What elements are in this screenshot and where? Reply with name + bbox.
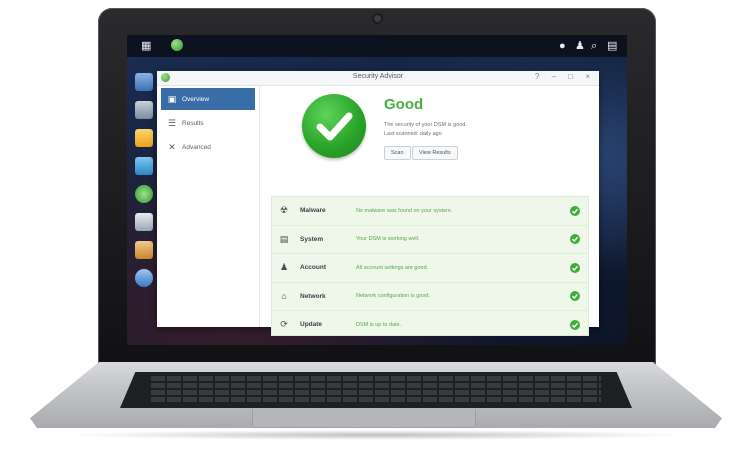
widgets-icon[interactable]: ▤ [607, 39, 617, 53]
laptop-shadow [60, 430, 692, 440]
check-row-update[interactable]: ⟳ Update DSM is up to date. [272, 311, 588, 339]
ok-check-icon [570, 319, 580, 330]
last-scan-text: Last scanned: daily ago [384, 131, 442, 137]
overview-icon: ▣ [167, 93, 177, 104]
sidebar-item-label: Advanced [182, 143, 211, 151]
ok-check-icon [570, 291, 580, 302]
update-icon: ⟳ [280, 319, 288, 330]
status-title: Good [384, 96, 424, 113]
laptop-lid: ▦ ● ♟ ⌕ ▤ Security Advisor ? – □ × ▣ Ove… [98, 8, 656, 368]
sidebar-item-advanced[interactable]: ✕ Advanced [161, 136, 255, 158]
laptop-screen: ▦ ● ♟ ⌕ ▤ Security Advisor ? – □ × ▣ Ove… [127, 35, 627, 345]
window-controls[interactable]: ? – □ × [535, 72, 595, 81]
chat-icon[interactable]: ● [559, 39, 566, 53]
check-description: All account settings are good. [356, 264, 429, 271]
check-name: System [300, 235, 324, 243]
storage-manager-icon[interactable] [135, 213, 153, 231]
sidebar-item-label: Results [182, 119, 204, 127]
key-row [150, 397, 602, 402]
laptop-trackpad [252, 409, 476, 428]
view-results-button[interactable]: View Results [412, 146, 458, 160]
check-description: No malware was found on your system. [356, 207, 453, 214]
ok-check-icon [570, 262, 580, 273]
window-titlebar[interactable]: Security Advisor ? – □ × [157, 71, 599, 86]
system-icon: ▤ [279, 233, 289, 244]
account-icon: ♟ [279, 262, 289, 273]
check-row-system[interactable]: ▤ System Your DSM is working well. [272, 226, 588, 254]
desktop-taskbar: ▦ ● ♟ ⌕ ▤ [127, 35, 627, 57]
window-title: Security Advisor [352, 73, 404, 80]
sidebar-item-results[interactable]: ☰ Results [161, 112, 255, 134]
check-row-malware[interactable]: ☢ Malware No malware was found on your s… [272, 197, 588, 226]
tools-icon: ✕ [168, 141, 176, 152]
security-advisor-desktop-icon[interactable] [135, 185, 153, 203]
security-advisor-window: Security Advisor ? – □ × ▣ Overview ☰ Re… [157, 71, 599, 336]
check-name: Malware [300, 207, 326, 215]
network-icon-desktop[interactable] [135, 269, 153, 287]
check-list: ☢ Malware No malware was found on your s… [271, 196, 589, 336]
check-row-network[interactable]: ⌂ Network Network configuration is good. [272, 283, 588, 311]
malware-icon: ☢ [279, 205, 289, 216]
search-icon[interactable]: ⌕ [591, 39, 597, 53]
desktop-shortcuts [131, 73, 157, 297]
key-row [150, 376, 602, 381]
check-name: Account [300, 264, 326, 272]
check-description: Network configuration is good. [356, 293, 430, 300]
help-icon[interactable] [135, 157, 153, 175]
grid-icon[interactable]: ▦ [141, 39, 151, 53]
sidebar: ▣ Overview ☰ Results ✕ Advanced [157, 86, 260, 327]
network-icon: ⌂ [281, 291, 287, 302]
package-center-icon[interactable] [135, 73, 153, 91]
photo-station-icon[interactable] [135, 241, 153, 259]
key-row [150, 390, 602, 395]
app-icon[interactable] [171, 39, 183, 51]
sidebar-item-label: Overview [182, 95, 210, 103]
camera-icon [374, 15, 381, 22]
check-description: DSM is up to date. [356, 321, 402, 328]
scan-button[interactable]: Scan [384, 146, 411, 160]
file-station-icon[interactable] [135, 129, 153, 147]
sidebar-item-overview[interactable]: ▣ Overview [161, 88, 255, 110]
ok-check-icon [570, 234, 580, 245]
check-name: Network [300, 292, 326, 300]
user-icon[interactable]: ♟ [575, 39, 585, 53]
laptop-keyboard [120, 372, 632, 408]
list-icon: ☰ [167, 117, 177, 128]
status-check-icon [302, 94, 366, 158]
key-row [150, 383, 602, 388]
check-name: Update [300, 321, 323, 329]
overview-content: Good The security of your DSM is good. L… [260, 86, 599, 336]
check-description: Your DSM is working well. [356, 236, 420, 243]
status-description: The security of your DSM is good. [384, 122, 467, 128]
ok-check-icon [570, 205, 580, 216]
control-panel-icon[interactable] [135, 101, 153, 119]
check-row-account[interactable]: ♟ Account All account settings are good. [272, 254, 588, 283]
